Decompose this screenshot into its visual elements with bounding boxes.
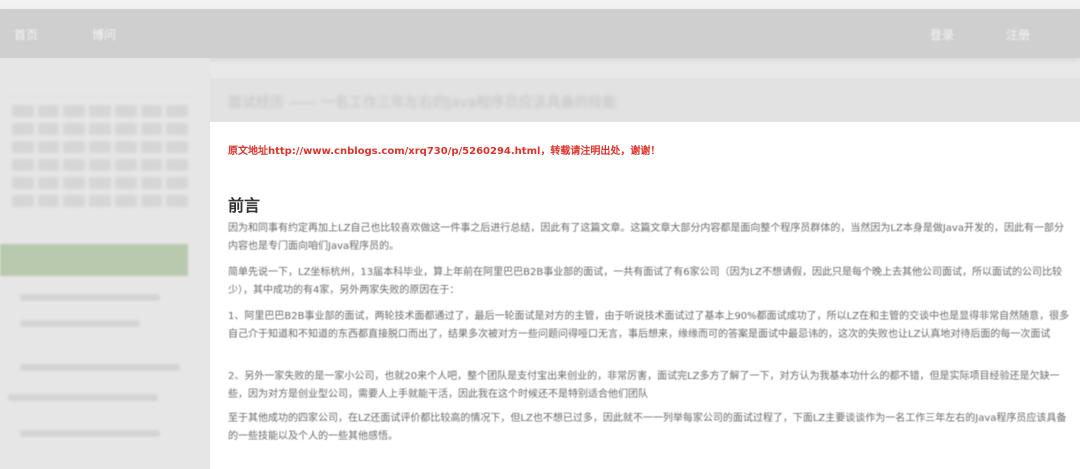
sidebar-item[interactable]: [20, 430, 160, 437]
nav-link-home[interactable]: 首页: [14, 26, 38, 43]
paragraph-intro: 因为和同事有约定再加上LZ自己也比较喜欢做这一件事之后进行总结，因此有了这篇文章…: [228, 223, 1064, 252]
sidebar-item[interactable]: [8, 394, 158, 401]
source-label: 原文地址: [228, 146, 268, 157]
paragraph-summary: 简单先说一下，LZ坐标杭州，13届本科毕业，算上年前在阿里巴巴B2B事业部的面试…: [228, 267, 1063, 296]
sidebar-active-section[interactable]: [0, 244, 188, 276]
paragraph-failure-2: 2、另外一家失败的是一家小公司，也就20来个人吧，整个团队是支付宝出来创业的，非…: [228, 371, 1060, 400]
left-sidebar: [0, 58, 210, 469]
nav-link-register[interactable]: 注册: [1006, 26, 1030, 43]
post-title-bar: 面试经历 —— 一名工作三年左右的Java程序员应该具备的技能: [210, 78, 1080, 122]
top-strip: [0, 0, 1080, 9]
article-body: 原文地址http://www.cnblogs.com/xrq730/p/5260…: [210, 122, 1080, 469]
top-navbar: 首页 博问 登录 注册: [0, 9, 1080, 58]
sidebar-item[interactable]: [20, 364, 180, 371]
post-title[interactable]: 面试经历 —— 一名工作三年左右的Java程序员应该具备的技能: [228, 92, 616, 112]
section-heading: 前言: [228, 196, 261, 215]
source-note: ，转载请注明出处，谢谢！: [540, 146, 661, 157]
source-link[interactable]: http://www.cnblogs.com/xrq730/p/5260294.…: [268, 146, 540, 157]
sidebar-item[interactable]: [20, 294, 160, 301]
paragraph-conclusion: 至于其他成功的四家公司，在LZ还面试评价都比较高的情况下，但LZ也不想已过多，因…: [228, 413, 1067, 442]
paragraph-failure-1: 1、阿里巴巴B2B事业部的面试，两轮技术面都通过了，最后一轮面试是对方的主管，由…: [228, 311, 1070, 340]
sidebar-item[interactable]: [20, 320, 140, 327]
nav-link-login[interactable]: 登录: [930, 26, 954, 43]
source-line: 原文地址http://www.cnblogs.com/xrq730/p/5260…: [228, 142, 660, 157]
nav-link-ask[interactable]: 博问: [92, 26, 116, 43]
